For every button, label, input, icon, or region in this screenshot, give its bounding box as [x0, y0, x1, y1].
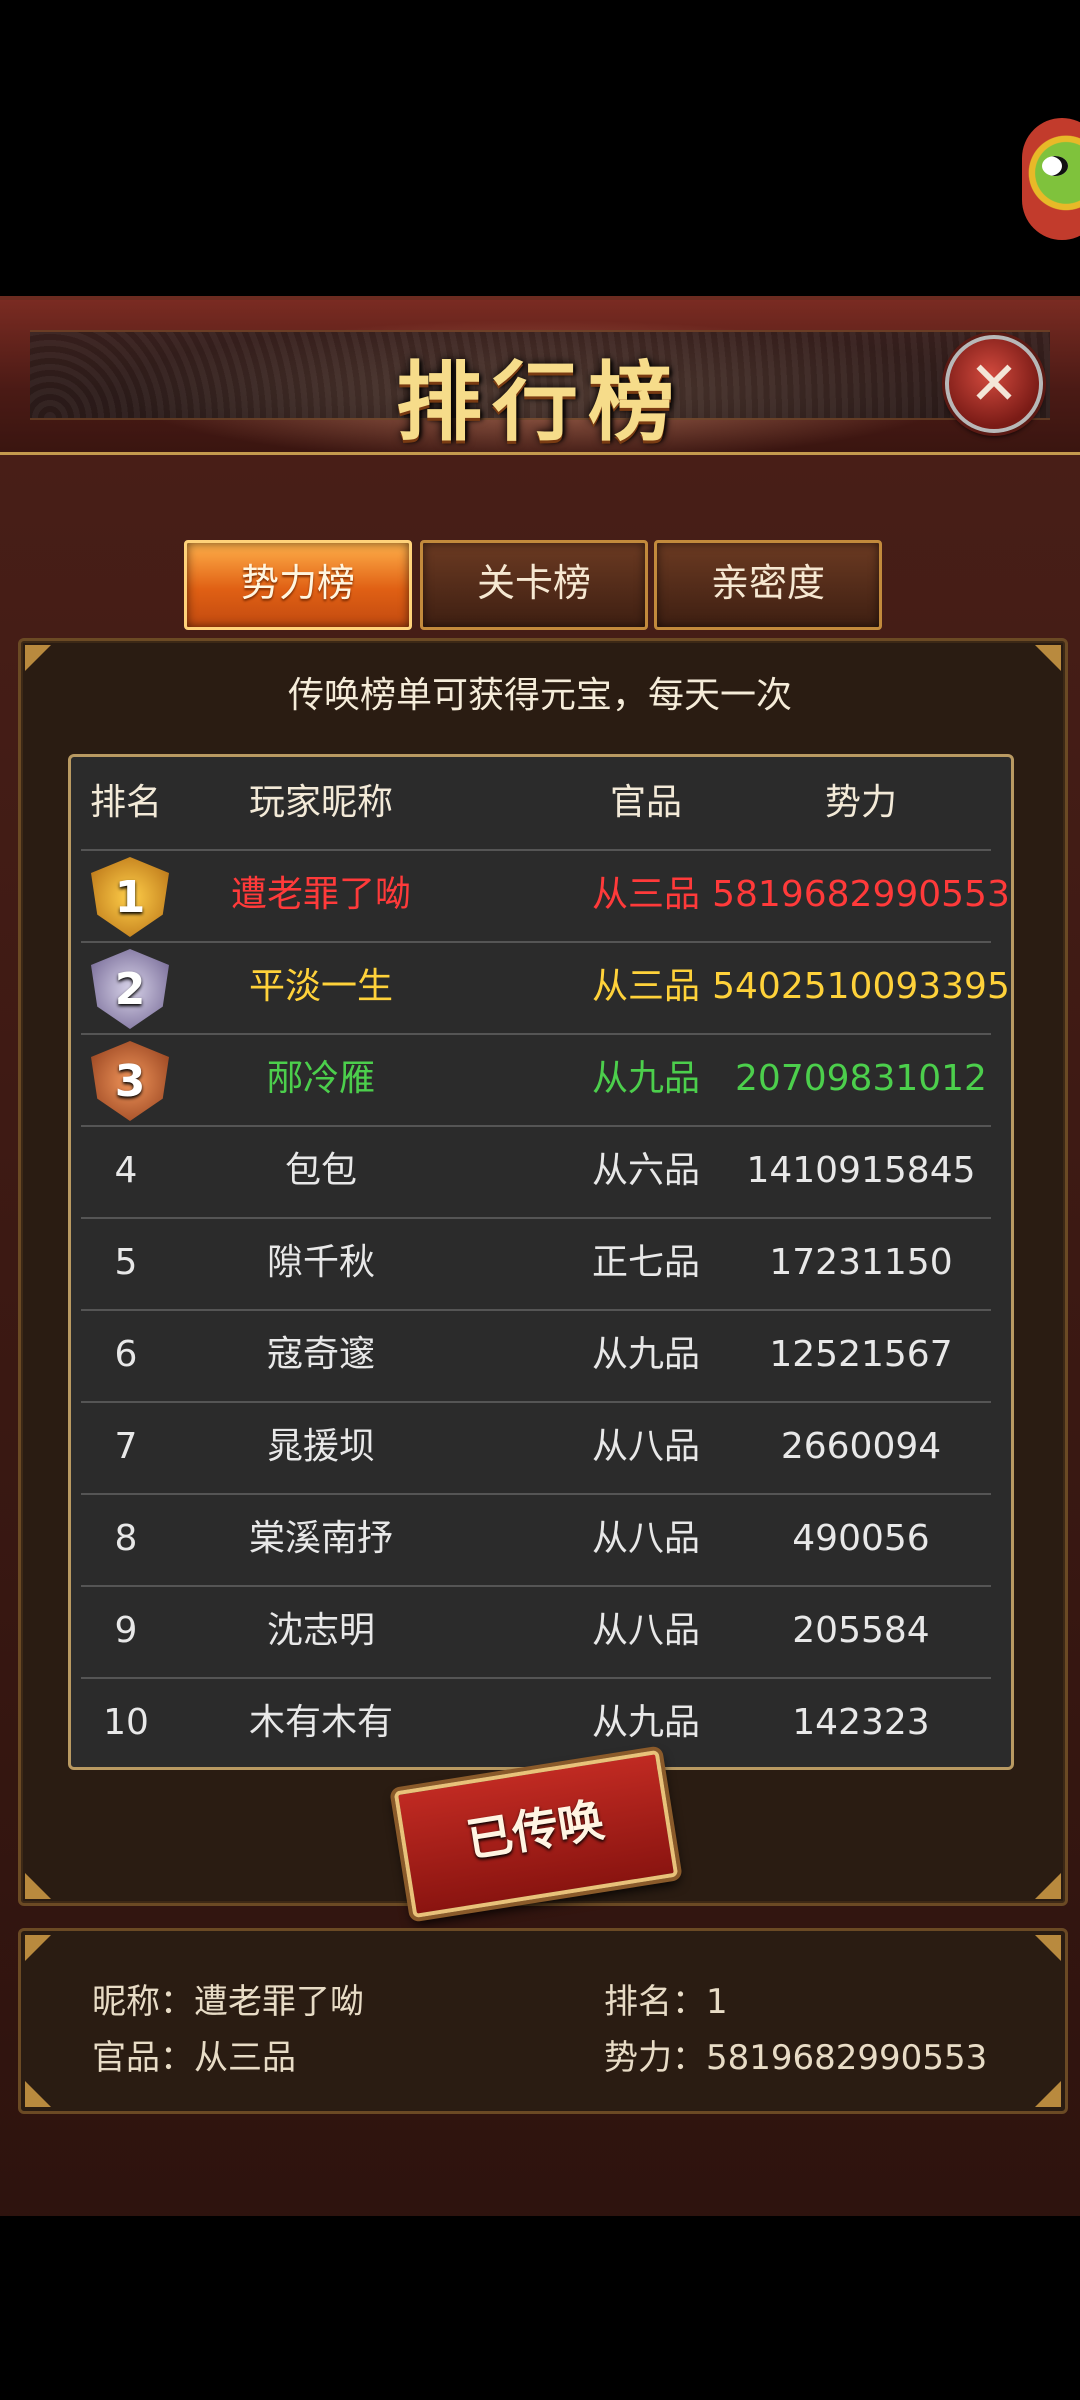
- player-power: 205584: [792, 1610, 930, 1651]
- player-name: 邴冷雁: [266, 1058, 375, 1099]
- table-row[interactable]: 2 平淡一生 从三品 5402510093395: [81, 941, 1010, 1035]
- nickname-label: 昵称：: [92, 1982, 194, 2022]
- page-title: 排行榜: [396, 352, 684, 453]
- player-power: 12521567: [769, 1334, 953, 1375]
- table-row[interactable]: 10 木有木有 从九品 142323: [81, 1677, 991, 1769]
- player-rank: 8: [114, 1518, 138, 1559]
- nickname-value: 遭老罪了呦: [194, 1982, 364, 2022]
- my-power: 势力：5819682990553: [604, 2030, 987, 2079]
- title-label: 官品：: [92, 2038, 194, 2078]
- player-power: 2660094: [780, 1426, 942, 1467]
- player-rank: 5: [114, 1242, 138, 1283]
- player-name: 寇奇邃: [266, 1334, 375, 1375]
- player-rank: 9: [114, 1610, 138, 1651]
- table-row[interactable]: 4 包包 从六品 1410915845: [81, 1125, 991, 1219]
- player-power: 1410915845: [746, 1150, 976, 1191]
- player-name: 棠溪南抒: [248, 1518, 393, 1559]
- gold-medal-icon: 1: [91, 857, 169, 937]
- player-title: 从八品: [591, 1610, 700, 1651]
- table-header: 排名 玩家昵称 官品 势力: [81, 757, 991, 851]
- player-power: 142323: [792, 1702, 930, 1743]
- player-power: 20709831012: [735, 1058, 987, 1099]
- player-title: 从六品: [591, 1150, 700, 1191]
- player-title: 从八品: [591, 1518, 700, 1559]
- tab-power-ranking[interactable]: 势力榜: [184, 540, 412, 630]
- player-title: 从九品: [591, 1334, 700, 1375]
- power-value: 5819682990553: [706, 2038, 988, 2078]
- player-power: 5402510093395: [712, 966, 1010, 1007]
- header-power: 势力: [824, 782, 897, 823]
- close-icon[interactable]: ✕: [945, 335, 1043, 433]
- table-row[interactable]: 8 棠溪南抒 从八品 490056: [81, 1493, 991, 1587]
- table-row[interactable]: 6 寇奇邃 从九品 12521567: [81, 1309, 991, 1403]
- player-name: 沈志明: [266, 1610, 375, 1651]
- my-title: 官品：从三品: [92, 2030, 296, 2079]
- ranking-table: 排名 玩家昵称 官品 势力 1 遭老罪了呦 从三品 5819682990553 …: [68, 754, 1014, 1770]
- header-rank: 排名: [89, 782, 162, 823]
- table-row[interactable]: 9 沈志明 从八品 205584: [81, 1585, 991, 1679]
- table-row[interactable]: 3 邴冷雁 从九品 20709831012: [81, 1033, 991, 1127]
- reward-notice: 传唤榜单可获得元宝，每天一次: [287, 675, 792, 716]
- player-name: 遭老罪了呦: [230, 874, 411, 915]
- tab-stage-ranking[interactable]: 关卡榜: [420, 540, 648, 630]
- player-title: 从三品: [591, 966, 700, 1007]
- player-name: 隙千秋: [266, 1242, 375, 1283]
- table-row[interactable]: 7 晁援坝 从八品 2660094: [81, 1401, 991, 1495]
- tab-intimacy-ranking[interactable]: 亲密度: [654, 540, 882, 630]
- player-rank: 7: [114, 1426, 138, 1467]
- player-title: 从三品: [591, 874, 700, 915]
- player-title: 从九品: [591, 1058, 700, 1099]
- header-nickname: 玩家昵称: [248, 782, 393, 823]
- table-row[interactable]: 5 隙千秋 正七品 17231150: [81, 1217, 991, 1311]
- player-power: 17231150: [769, 1242, 953, 1283]
- power-label: 势力：: [604, 2038, 706, 2078]
- header-title: 官品: [609, 782, 682, 823]
- player-title: 正七品: [591, 1242, 700, 1283]
- my-rank: 排名：1: [604, 1974, 728, 2023]
- player-title: 从八品: [591, 1426, 700, 1467]
- player-rank: 4: [114, 1150, 138, 1191]
- player-name: 晁援坝: [266, 1426, 375, 1467]
- player-name: 包包: [284, 1150, 357, 1191]
- frog-avatar-icon[interactable]: [1022, 118, 1080, 240]
- player-name: 平淡一生: [248, 966, 393, 1007]
- rank-label: 排名：: [604, 1982, 706, 2022]
- player-rank: 10: [103, 1702, 149, 1743]
- title-value: 从三品: [194, 2038, 296, 2078]
- bronze-medal-icon: 3: [91, 1041, 169, 1121]
- table-row[interactable]: 1 遭老罪了呦 从三品 5819682990553: [81, 849, 1010, 943]
- player-name: 木有木有: [248, 1702, 393, 1743]
- my-nickname: 昵称：遭老罪了呦: [92, 1974, 364, 2023]
- tab-bar: 势力榜 关卡榜 亲密度: [184, 540, 884, 630]
- silver-medal-icon: 2: [91, 949, 169, 1029]
- player-power: 490056: [792, 1518, 930, 1559]
- player-rank: 6: [114, 1334, 138, 1375]
- player-power: 5819682990553: [712, 874, 1010, 915]
- rank-value: 1: [706, 1982, 728, 2022]
